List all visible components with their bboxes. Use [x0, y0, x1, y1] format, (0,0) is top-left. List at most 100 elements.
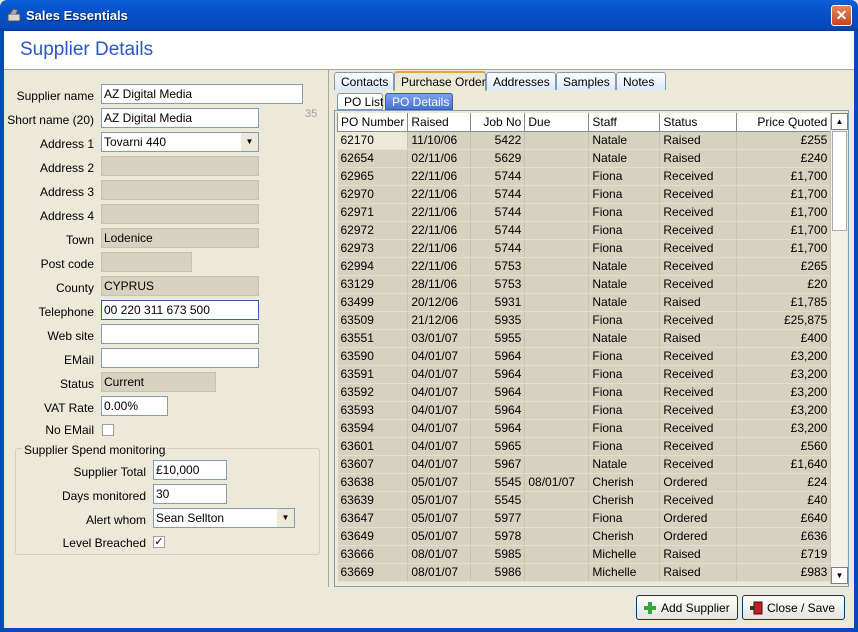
table-cell: 5744	[470, 167, 526, 186]
address1-dropdown[interactable]: Tovarni 440 ▼	[101, 132, 259, 152]
county-field[interactable]: CYPRUS	[101, 276, 259, 296]
table-cell	[524, 383, 590, 402]
column-header[interactable]: Price Quoted	[736, 113, 832, 132]
days-monitored-field[interactable]: 30	[153, 484, 227, 504]
table-cell: 22/11/06	[407, 239, 472, 258]
column-header[interactable]: PO Number	[336, 113, 409, 132]
tab-notes[interactable]: Notes	[616, 72, 666, 90]
scrollbar-thumb[interactable]	[832, 131, 847, 231]
short-name-field[interactable]: AZ Digital Media	[101, 108, 259, 128]
email-field[interactable]	[101, 348, 259, 368]
table-row[interactable]: 63647 05/01/07 5977 Fiona Ordered £640	[337, 509, 832, 528]
column-header[interactable]: Due	[524, 113, 590, 132]
table-cell: 5964	[470, 347, 526, 366]
tab-purchase-orders[interactable]: Purchase Orders	[394, 71, 492, 91]
table-row[interactable]: 62973 22/11/06 5744 Fiona Received £1,700	[337, 239, 832, 258]
alert-whom-label: Alert whom	[85, 513, 146, 527]
vertical-scrollbar[interactable]: ▲ ▼	[830, 113, 848, 584]
table-row[interactable]: 63594 04/01/07 5964 Fiona Received £3,200	[337, 419, 832, 438]
table-cell: £255	[736, 131, 832, 150]
table-row[interactable]: 63591 04/01/07 5964 Fiona Received £3,200	[337, 365, 832, 384]
supplier-name-field[interactable]: AZ Digital Media	[101, 84, 303, 104]
table-cell: 5422	[470, 131, 526, 150]
telephone-field[interactable]: 00 220 311 673 500	[101, 300, 259, 320]
table-row[interactable]: 62970 22/11/06 5744 Fiona Received £1,700	[337, 185, 832, 204]
table-cell: £40	[736, 491, 832, 510]
table-cell: Natale	[588, 455, 661, 474]
column-header[interactable]: Staff	[588, 113, 661, 132]
chevron-down-icon[interactable]: ▼	[277, 509, 294, 527]
table-row[interactable]: 63638 05/01/07 5545 08/01/07 Cherish Ordered £…	[337, 473, 832, 492]
scroll-down-icon[interactable]: ▼	[831, 567, 848, 584]
table-cell: 22/11/06	[407, 185, 472, 204]
town-field[interactable]: Lodenice	[101, 228, 259, 248]
table-row[interactable]: 63666 08/01/07 5985 Michelle Raised £719	[337, 545, 832, 564]
tab-contacts[interactable]: Contacts	[334, 72, 394, 90]
table-row[interactable]: 63499 20/12/06 5931 Natale Raised £1,785	[337, 293, 832, 312]
alert-whom-value: Sean Sellton	[156, 511, 225, 525]
address4-field[interactable]	[101, 204, 259, 224]
level-breached-checkbox[interactable]: ✓	[153, 536, 165, 548]
table-cell: 62994	[337, 257, 409, 276]
table-cell	[524, 203, 590, 222]
vat-rate-field[interactable]: 0.00%	[101, 396, 168, 416]
table-row[interactable]: 63592 04/01/07 5964 Fiona Received £3,200	[337, 383, 832, 402]
table-row[interactable]: 63590 04/01/07 5964 Fiona Received £3,200	[337, 347, 832, 366]
table-row[interactable]: 63639 05/01/07 5545 Cherish Received £40	[337, 491, 832, 510]
table-row[interactable]: 63607 04/01/07 5967 Natale Received £1,640	[337, 455, 832, 474]
window-frame-right	[854, 31, 858, 632]
tab-addresses[interactable]: Addresses	[486, 72, 556, 90]
table-row[interactable]: 63649 05/01/07 5978 Cherish Ordered £636	[337, 527, 832, 546]
table-cell: Received	[659, 203, 738, 222]
table-row[interactable]: 62965 22/11/06 5744 Fiona Received £1,700	[337, 167, 832, 186]
table-row[interactable]: 63509 21/12/06 5935 Fiona Received £25,875	[337, 311, 832, 330]
table-cell: 5964	[470, 419, 526, 438]
table-row[interactable]: 62654 02/11/06 5629 Natale Raised £240	[337, 149, 832, 168]
postcode-field[interactable]	[101, 252, 192, 272]
table-row[interactable]: 62170 11/10/06 5422 Natale Raised £255	[337, 131, 832, 150]
table-cell: Received	[659, 221, 738, 240]
table-cell: £400	[736, 329, 832, 348]
table-row[interactable]: 62971 22/11/06 5744 Fiona Received £1,700	[337, 203, 832, 222]
table-cell	[524, 545, 590, 564]
table-cell: £1,700	[736, 221, 832, 240]
subtab-po-details[interactable]: PO Details	[385, 93, 453, 110]
status-field[interactable]: Current	[101, 372, 216, 392]
table-cell: Received	[659, 311, 738, 330]
table-cell: 04/01/07	[407, 365, 472, 384]
website-field[interactable]	[101, 324, 259, 344]
column-header[interactable]: Job No	[470, 113, 526, 132]
tab-samples[interactable]: Samples	[556, 72, 616, 90]
table-cell: Fiona	[588, 167, 661, 186]
column-header[interactable]: Raised	[407, 113, 472, 132]
table-cell: £20	[736, 275, 832, 294]
table-row[interactable]: 62972 22/11/06 5744 Fiona Received £1,700	[337, 221, 832, 240]
table-row[interactable]: 63551 03/01/07 5955 Natale Raised £400	[337, 329, 832, 348]
supplier-total-field[interactable]: £10,000	[153, 460, 227, 480]
table-cell: 11/10/06	[407, 131, 472, 150]
table-row[interactable]: 62994 22/11/06 5753 Natale Received £265	[337, 257, 832, 276]
title-bar: Sales Essentials ✕	[0, 0, 858, 31]
close-save-button[interactable]: Close / Save	[742, 595, 845, 620]
table-row[interactable]: 63593 04/01/07 5964 Fiona Received £3,200	[337, 401, 832, 420]
alert-whom-dropdown[interactable]: Sean Sellton ▼	[153, 508, 295, 528]
table-cell: 04/01/07	[407, 437, 472, 456]
column-header[interactable]: Status	[659, 113, 738, 132]
table-cell: 63601	[337, 437, 409, 456]
table-cell: 5964	[470, 383, 526, 402]
close-window-button[interactable]: ✕	[831, 5, 852, 26]
subtab-po-list[interactable]: PO List	[337, 93, 383, 110]
add-supplier-button[interactable]: Add Supplier	[636, 595, 738, 620]
table-cell	[524, 509, 590, 528]
address2-field[interactable]	[101, 156, 259, 176]
county-label: County	[55, 281, 94, 295]
table-row[interactable]: 63129 28/11/06 5753 Natale Received £20	[337, 275, 832, 294]
address3-field[interactable]	[101, 180, 259, 200]
table-cell: Natale	[588, 149, 661, 168]
scroll-up-icon[interactable]: ▲	[831, 113, 848, 130]
table-row[interactable]: 63669 08/01/07 5986 Michelle Raised £983	[337, 563, 832, 582]
table-cell	[524, 221, 590, 240]
no-email-checkbox[interactable]	[102, 424, 114, 436]
table-row[interactable]: 63601 04/01/07 5965 Fiona Received £560	[337, 437, 832, 456]
chevron-down-icon[interactable]: ▼	[241, 133, 258, 151]
